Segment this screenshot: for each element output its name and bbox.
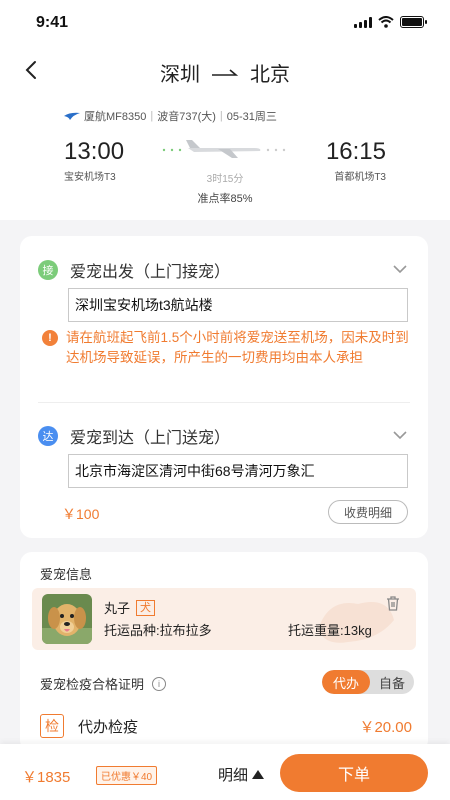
- delivery-badge: 达: [38, 426, 58, 446]
- price-detail-label: 明细: [218, 767, 249, 784]
- toggle-agent-option[interactable]: 代办: [322, 670, 370, 694]
- price-detail-toggle[interactable]: 明细: [218, 764, 265, 785]
- status-bar: 9:41: [0, 0, 450, 44]
- quarantine-item-name: 代办检疫: [78, 719, 139, 736]
- pet-avatar: [42, 594, 92, 644]
- pickup-address-field[interactable]: 深圳宝安机场t3航站楼: [68, 288, 408, 322]
- pet-name: 丸子: [104, 601, 131, 616]
- quarantine-cert-text: 爱宠检疫合格证明: [40, 677, 145, 692]
- airline-logo-icon: [64, 112, 80, 120]
- flight-info: 厦航MF8350 | 波音737(大) | 05-31周三 13:00 宝安机场…: [0, 96, 450, 220]
- route-title: 深圳 北京: [0, 58, 450, 87]
- discount-badge: 已优惠￥40: [96, 766, 158, 785]
- pickup-badge: 接: [38, 260, 58, 280]
- bottom-bar: ￥1835 已优惠￥40 明细 下单: [0, 744, 450, 800]
- warning-text: 请在航班起飞前1.5个小时前将爱宠送至机场，因未及时到达机场导致延误，所产生的一…: [66, 330, 409, 365]
- pet-breed: 托运品种:拉布拉多: [104, 623, 212, 638]
- delivery-address-field[interactable]: 北京市海淀区清河中街68号清河万象汇: [68, 454, 408, 488]
- flight-duration: 3时15分: [206, 174, 244, 185]
- delivery-title: 爱宠到达（上门送宠）: [70, 430, 231, 447]
- route-to: 北京: [250, 64, 290, 86]
- flight-number: 厦航MF8350: [84, 111, 147, 123]
- submit-order-button[interactable]: 下单: [280, 754, 428, 792]
- route-arrow-icon: [212, 68, 238, 76]
- chevron-down-icon[interactable]: [392, 264, 408, 274]
- quarantine-toggle[interactable]: 代办 自备: [322, 670, 414, 694]
- on-time-rate: 准点率85%: [197, 193, 253, 205]
- pickup-delivery-card: 接 爱宠出发（上门接宠） 深圳宝安机场t3航站楼 ! 请在航班起飞前1.5个小时…: [20, 236, 428, 538]
- info-icon[interactable]: i: [152, 676, 167, 691]
- divider: [38, 402, 410, 403]
- pickup-header[interactable]: 接 爱宠出发（上门接宠）: [38, 258, 230, 282]
- quarantine-item-price: ￥20.00: [359, 719, 412, 736]
- pet-type-tag: 犬: [136, 599, 156, 616]
- pet-weight: 托运重量:13kg: [288, 623, 372, 638]
- toggle-self-option[interactable]: 自备: [370, 670, 414, 694]
- airplane-icon: [162, 140, 286, 158]
- signal-icon: [354, 16, 372, 28]
- delivery-header[interactable]: 达 爱宠到达（上门送宠）: [38, 424, 230, 448]
- service-price: ￥100: [62, 506, 100, 522]
- pet-item[interactable]: 丸子 犬 托运品种:拉布拉多 托运重量:13kg: [32, 588, 416, 650]
- fee-detail-button[interactable]: 收费明细: [328, 500, 408, 524]
- quarantine-tag: 检: [40, 714, 64, 738]
- arrival-time: 16:15: [325, 138, 386, 165]
- departure-time: 13:00: [64, 138, 125, 165]
- nav-bar: 深圳 北京: [0, 44, 450, 96]
- pickup-warning: ! 请在航班起飞前1.5个小时前将爱宠送至机场，因未及时到达机场导致延误，所产生…: [42, 328, 412, 368]
- pet-info-title: 爱宠信息: [40, 567, 93, 582]
- aircraft-type: 波音737(大): [157, 111, 216, 123]
- flight-date: 05-31周三: [226, 111, 277, 123]
- battery-icon: [400, 16, 427, 28]
- warning-icon: !: [42, 330, 58, 346]
- chevron-down-icon[interactable]: [392, 430, 408, 440]
- pet-name-row: 丸子 犬: [104, 598, 156, 617]
- pet-info-card: 爱宠信息 丸子 犬 托运品种:拉布拉多 托运重量:13kg 爱宠检疫合格证明 i: [20, 552, 428, 752]
- status-time: 9:41: [36, 14, 69, 31]
- status-icons: [354, 16, 427, 28]
- quarantine-cert-label: 爱宠检疫合格证明 i: [40, 674, 167, 693]
- total-price: ￥1835: [22, 769, 71, 786]
- route-from: 深圳: [160, 64, 200, 86]
- triangle-up-icon: [252, 770, 265, 779]
- wifi-icon: [378, 16, 394, 28]
- airline-line: 厦航MF8350 | 波音737(大) | 05-31周三: [64, 108, 277, 124]
- trash-icon[interactable]: [384, 594, 402, 612]
- pickup-title: 爱宠出发（上门接宠）: [70, 264, 231, 281]
